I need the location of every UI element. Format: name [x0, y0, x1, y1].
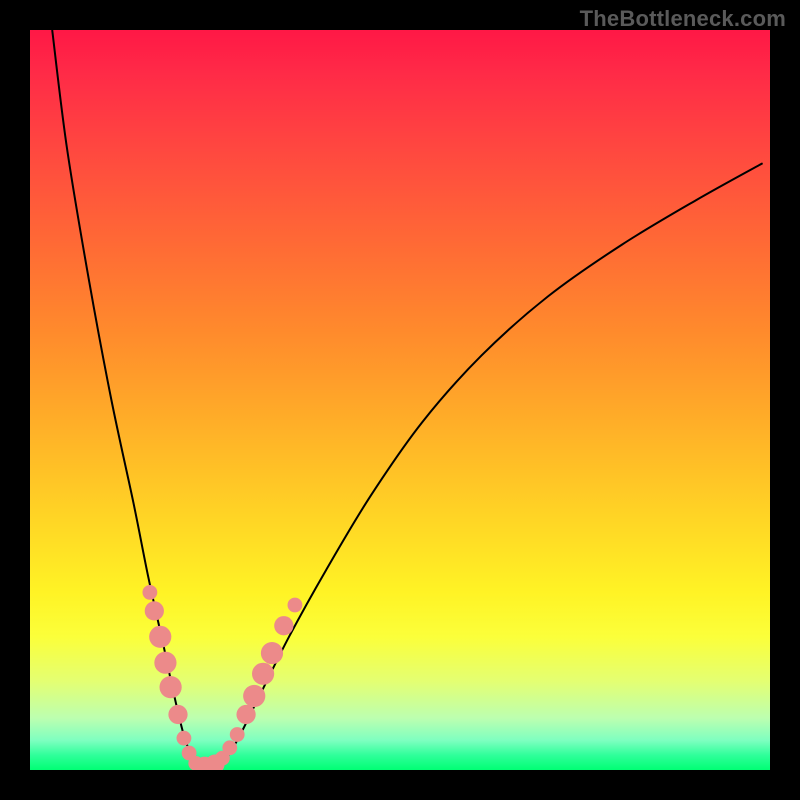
watermark-text: TheBottleneck.com — [580, 6, 786, 32]
chart-frame: TheBottleneck.com — [0, 0, 800, 800]
curve-marker — [177, 731, 192, 746]
curve-marker — [145, 601, 164, 620]
curve-markers — [142, 585, 302, 770]
curve-layer — [30, 30, 770, 770]
curve-marker — [261, 642, 283, 664]
curve-marker — [230, 727, 245, 742]
curve-marker — [288, 598, 303, 613]
curve-marker — [252, 663, 274, 685]
curve-marker — [168, 705, 187, 724]
curve-marker — [274, 616, 293, 635]
curve-marker — [160, 676, 182, 698]
curve-marker — [222, 740, 237, 755]
curve-marker — [236, 705, 255, 724]
curve-marker — [154, 652, 176, 674]
curve-marker — [149, 626, 171, 648]
curve-marker — [142, 585, 157, 600]
curve-marker — [243, 685, 265, 707]
plot-area — [30, 30, 770, 770]
